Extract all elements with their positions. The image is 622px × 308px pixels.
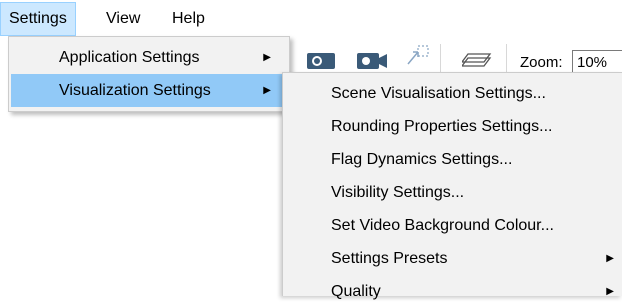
visualization-submenu: Scene Visualisation Settings... Rounding…	[282, 72, 622, 300]
menu-item-rounding-properties-settings[interactable]: Rounding Properties Settings...	[285, 110, 622, 143]
menu-view[interactable]: View	[98, 2, 148, 36]
menu-item-flag-dynamics-settings[interactable]: Flag Dynamics Settings...	[285, 143, 622, 176]
expand-icon[interactable]	[404, 44, 430, 73]
settings-menu: Application Settings ▶ Visualization Set…	[8, 36, 290, 112]
menu-item-settings-presets[interactable]: Settings Presets ▶	[285, 242, 622, 275]
menu-item-application-settings[interactable]: Application Settings ▶	[11, 41, 287, 74]
menu-item-label: Application Settings	[59, 49, 200, 66]
menu-item-visibility-settings[interactable]: Visibility Settings...	[285, 176, 622, 209]
toolbar-separator	[506, 44, 507, 74]
menu-item-label: Set Video Background Colour...	[331, 217, 554, 234]
toolbar-separator	[440, 44, 441, 74]
submenu-arrow-icon: ▶	[263, 85, 271, 96]
menu-item-label: Settings Presets	[331, 250, 448, 267]
menu-item-label: Rounding Properties Settings...	[331, 118, 553, 135]
menu-item-label: Scene Visualisation Settings...	[331, 85, 546, 102]
menu-item-visualization-settings[interactable]: Visualization Settings ▶	[11, 74, 287, 107]
zoom-label: Zoom:	[520, 54, 563, 71]
submenu-arrow-icon: ▶	[606, 286, 614, 297]
menu-item-label: Visibility Settings...	[331, 184, 465, 201]
menu-bar: Settings View Help	[0, 0, 622, 36]
menu-item-set-video-background-colour[interactable]: Set Video Background Colour...	[285, 209, 622, 242]
menu-item-label: Visualization Settings	[59, 82, 211, 99]
menu-settings[interactable]: Settings	[0, 2, 76, 36]
submenu-arrow-icon: ▶	[606, 253, 614, 264]
menu-help[interactable]: Help	[164, 2, 213, 36]
menu-item-label: Flag Dynamics Settings...	[331, 151, 513, 168]
zoom-input[interactable]	[572, 50, 622, 74]
menu-item-label: Quality	[331, 283, 381, 300]
submenu-arrow-icon: ▶	[263, 52, 271, 63]
menu-item-scene-visualisation-settings[interactable]: Scene Visualisation Settings...	[285, 77, 622, 110]
menu-item-quality[interactable]: Quality ▶	[285, 275, 622, 308]
